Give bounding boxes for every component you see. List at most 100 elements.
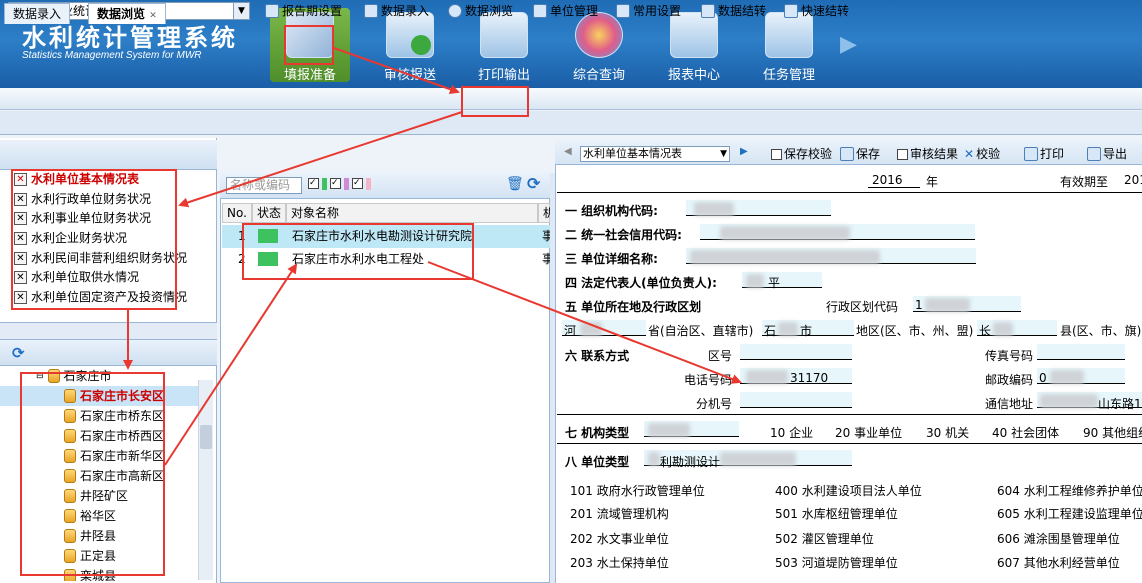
nav-task[interactable]: 任务管理 xyxy=(749,8,829,83)
splitter[interactable] xyxy=(0,322,217,340)
form-select-value: 水利单位基本情况表 xyxy=(583,147,682,160)
nav-print[interactable]: 打印输出 xyxy=(464,8,544,83)
org-type-option: 20 事业单位 xyxy=(835,426,903,440)
tab-data-browse[interactable]: 数据浏览 ✕ xyxy=(88,3,166,24)
credit-code-label: 二 统一社会信用代码: xyxy=(565,228,682,242)
postcode-label: 邮政编码 xyxy=(985,373,1034,387)
refresh-icon[interactable]: ⟳ xyxy=(12,344,25,362)
unit-management-button[interactable]: 单位管理 xyxy=(533,3,598,19)
trash-icon[interactable]: 🗑 xyxy=(506,176,524,192)
checkbox[interactable] xyxy=(771,148,782,160)
toolbar-label: 导出 xyxy=(1103,147,1128,161)
settings-icon xyxy=(616,4,630,18)
chevron-right-icon[interactable]: ▶ xyxy=(840,32,857,57)
redacted xyxy=(648,423,690,437)
common-settings-button[interactable]: 常用设置 xyxy=(616,3,681,19)
nav-report-center[interactable]: 报表中心 xyxy=(654,8,734,83)
ext-field[interactable] xyxy=(740,392,852,408)
scrollbar-thumb[interactable] xyxy=(200,425,212,449)
refresh-icon[interactable]: ⟳ xyxy=(527,174,540,193)
status-green-swatch xyxy=(322,178,327,190)
quick-carryover-button[interactable]: 快速结转 xyxy=(784,3,849,19)
toolbar-label: 数据浏览 xyxy=(465,4,514,18)
fax-field[interactable] xyxy=(1037,344,1125,360)
print-button[interactable]: 打印 xyxy=(1024,146,1064,162)
search-input[interactable]: 名称或编码 xyxy=(226,177,302,194)
chevron-down-icon[interactable]: ▼ xyxy=(233,3,249,19)
tree-scrollbar[interactable] xyxy=(198,380,213,580)
next-icon[interactable]: ▶ xyxy=(740,146,748,157)
tree-header xyxy=(0,340,217,366)
close-icon[interactable]: ✕ xyxy=(149,11,157,21)
app-subtitle: Statistics Management System for MWR xyxy=(22,50,202,61)
org-type-option: 10 企业 xyxy=(770,426,814,440)
nav-label: 打印输出 xyxy=(477,68,530,83)
export-button[interactable]: 导出 xyxy=(1087,146,1127,162)
data-entry-button[interactable]: 数据录入 xyxy=(364,3,429,19)
data-carryover-button[interactable]: 数据结转 xyxy=(701,3,766,19)
col-object-name[interactable]: 对象名称 xyxy=(286,203,538,223)
search-icon xyxy=(448,4,462,18)
year-underline xyxy=(868,172,920,188)
annotation-box-tables xyxy=(11,169,177,310)
unit-type-option: 605 水利工程建设监理单位 xyxy=(997,507,1142,521)
redacted xyxy=(580,322,602,336)
filter-checkbox-c[interactable]: ✓ xyxy=(352,178,363,189)
postcode-value: 0 xyxy=(1039,371,1047,385)
save-check-toggle[interactable]: 保存校验 xyxy=(771,146,832,162)
form-select[interactable]: 水利单位基本情况表 ▼ xyxy=(580,146,730,162)
unit-type-option: 203 水土保持单位 xyxy=(570,556,669,570)
nav-query[interactable]: 综合查询 xyxy=(559,8,639,83)
city-suffix: 市 xyxy=(800,324,813,338)
tab-label: 数据录入 xyxy=(13,7,62,21)
unit-type-option: 202 水文事业单位 xyxy=(570,532,669,546)
valid-to-label: 有效期至 xyxy=(1060,175,1109,189)
unit-type-option: 400 水利建设项目法人单位 xyxy=(775,484,922,498)
unit-name-label: 三 单位详细名称: xyxy=(565,252,658,266)
audit-result-toggle[interactable]: 审核结果 xyxy=(897,146,958,162)
nav-label: 综合查询 xyxy=(572,68,625,83)
valid-to-value[interactable]: 201 xyxy=(1124,173,1142,187)
redacted xyxy=(1040,394,1098,408)
save-button[interactable]: 保存 xyxy=(840,146,880,162)
chevron-down-icon[interactable]: ▼ xyxy=(720,147,727,161)
calendar-icon xyxy=(265,4,279,18)
unit-type-option: 502 灌区管理单位 xyxy=(775,532,874,546)
tab-data-entry[interactable]: 数据录入 xyxy=(4,3,71,24)
filter-checkbox-b[interactable]: ✓ xyxy=(330,178,341,189)
org-type-option: 30 机关 xyxy=(926,426,970,440)
unit-type-option: 604 水利工程维修养护单位 xyxy=(997,484,1142,498)
area-code-field[interactable] xyxy=(740,344,852,360)
annotation-box-tree xyxy=(20,372,165,576)
redacted xyxy=(720,452,796,466)
nav-audit-submit[interactable]: 审核报送 xyxy=(370,8,450,83)
status-pink-swatch xyxy=(366,178,371,190)
unit-type-option: 501 水库枢纽管理单位 xyxy=(775,507,898,521)
district-label: 地区(区、市、州、盟) xyxy=(856,324,974,338)
save-icon xyxy=(840,147,854,161)
col-extra[interactable]: 机 xyxy=(538,203,555,223)
toolbar-label: 常用设置 xyxy=(633,4,682,18)
report-period-button[interactable]: 报告期设置 xyxy=(265,3,342,19)
checkbox[interactable] xyxy=(897,148,908,160)
contact-label: 六 联系方式 xyxy=(565,349,630,363)
filter-checkbox-a[interactable]: ✓ xyxy=(308,178,319,189)
fax-label: 传真号码 xyxy=(985,349,1034,363)
redacted xyxy=(648,452,660,466)
region-code-value: 1 xyxy=(915,298,923,312)
data-browse-button[interactable]: 数据浏览 xyxy=(448,3,513,19)
unit-type-label: 八 单位类型 xyxy=(565,455,630,469)
redacted xyxy=(694,202,734,216)
col-status[interactable]: 状态 xyxy=(252,203,286,223)
redacted xyxy=(778,322,798,336)
nav-label: 任务管理 xyxy=(762,68,815,83)
col-no[interactable]: No. xyxy=(222,203,252,223)
verify-button[interactable]: ✕ 校验 xyxy=(964,146,1000,162)
redacted xyxy=(1050,370,1084,384)
prev-icon[interactable]: ◀ xyxy=(564,146,572,157)
toolbar-label: 打印 xyxy=(1040,147,1065,161)
redacted xyxy=(720,226,850,240)
county-label: 县(区、市、旗) xyxy=(1060,324,1142,338)
main-toolbar xyxy=(0,88,1142,110)
table-list-header xyxy=(0,140,217,170)
